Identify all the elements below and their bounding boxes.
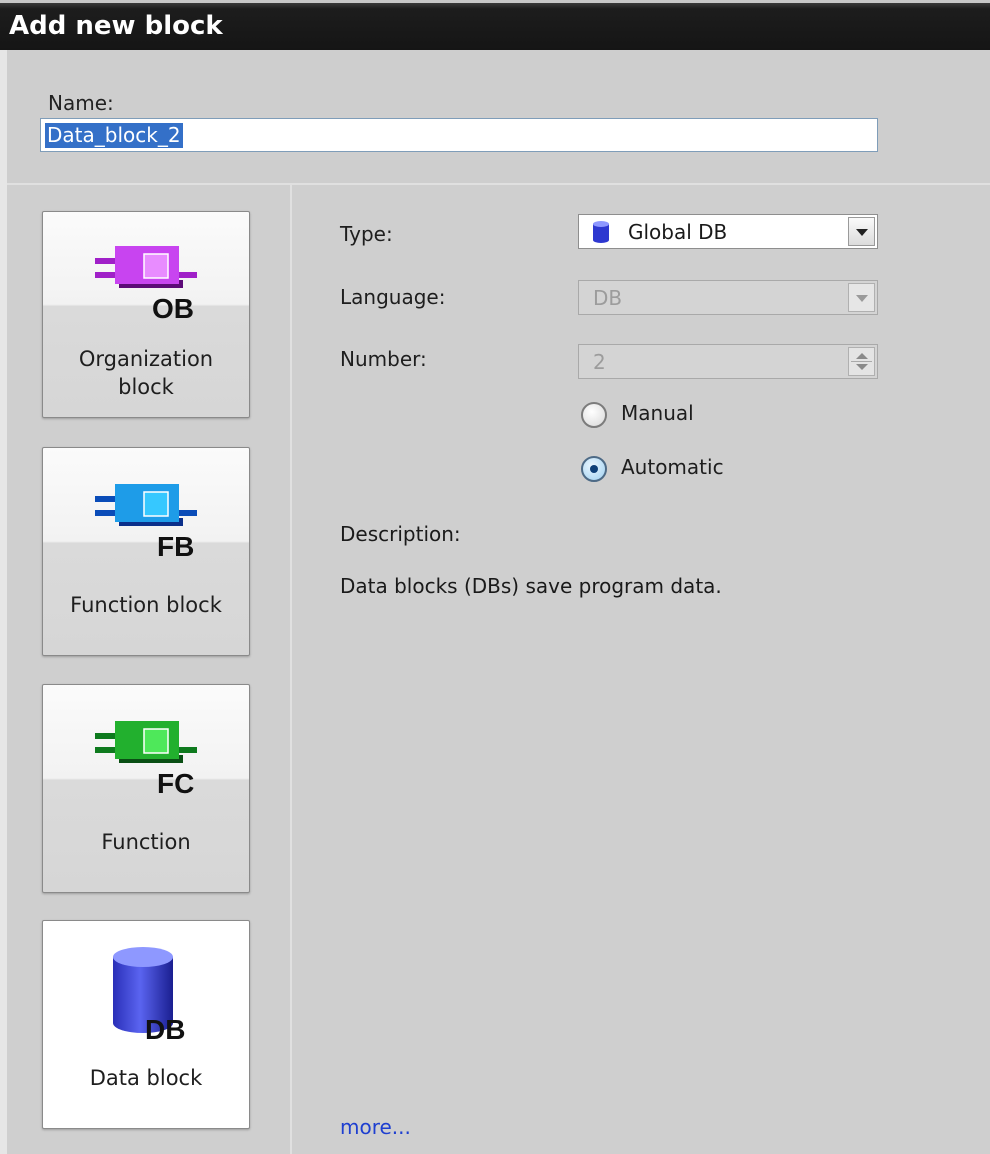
left-edge [0,50,7,1154]
language-dropdown[interactable]: DB [578,280,878,315]
function-block-icon: FB [95,484,197,558]
database-icon [593,221,609,243]
data-block-label: Data block [89,1066,203,1090]
more-link[interactable]: more... [340,1115,411,1139]
dialog-title-bar: Add new block [0,0,990,50]
number-field[interactable]: 2 [578,344,878,379]
manual-radio-label[interactable]: Manual [621,401,694,425]
organization-block-label-2: block [118,375,174,399]
type-label: Type: [340,222,393,246]
svg-text:FB: FB [157,531,194,558]
svg-text:DB: DB [145,1014,185,1043]
data-block-button[interactable]: DB Data block [42,920,250,1129]
name-input-value[interactable]: Data_block_2 [45,123,183,148]
svg-text:OB: OB [152,293,194,320]
manual-radio[interactable] [581,402,607,428]
spin-down-icon[interactable] [856,364,868,370]
number-label: Number: [340,347,427,371]
data-block-icon: DB [113,947,185,1043]
name-area [7,50,990,183]
chevron-down-icon[interactable] [848,283,875,312]
function-icon: FC [95,721,197,795]
number-spinner[interactable] [848,347,875,376]
dialog-title: Add new block [9,11,223,41]
organization-block-button[interactable]: OB Organization block [42,211,250,418]
vertical-divider [290,185,292,1154]
function-label: Function [101,830,191,854]
svg-text:FC: FC [157,768,194,795]
function-block-label: Function block [70,593,222,617]
chevron-down-icon[interactable] [848,217,875,246]
name-input[interactable]: Data_block_2 [40,118,878,152]
description-text: Data blocks (DBs) save program data. [340,574,722,598]
horizontal-divider [7,183,990,185]
organization-block-icon: OB [95,246,197,320]
number-value: 2 [593,350,606,374]
spin-up-icon[interactable] [856,353,868,359]
automatic-radio-label[interactable]: Automatic [621,455,724,479]
spinner-divider [851,361,872,362]
type-dropdown[interactable]: Global DB [578,214,878,249]
type-value: Global DB [628,220,728,244]
function-block-button[interactable]: FB Function block [42,447,250,656]
function-button[interactable]: FC Function [42,684,250,893]
organization-block-label-1: Organization [78,347,214,371]
language-value: DB [593,286,623,310]
automatic-radio[interactable] [581,456,607,482]
description-label: Description: [340,522,461,546]
name-label: Name: [48,91,114,115]
language-label: Language: [340,285,446,309]
